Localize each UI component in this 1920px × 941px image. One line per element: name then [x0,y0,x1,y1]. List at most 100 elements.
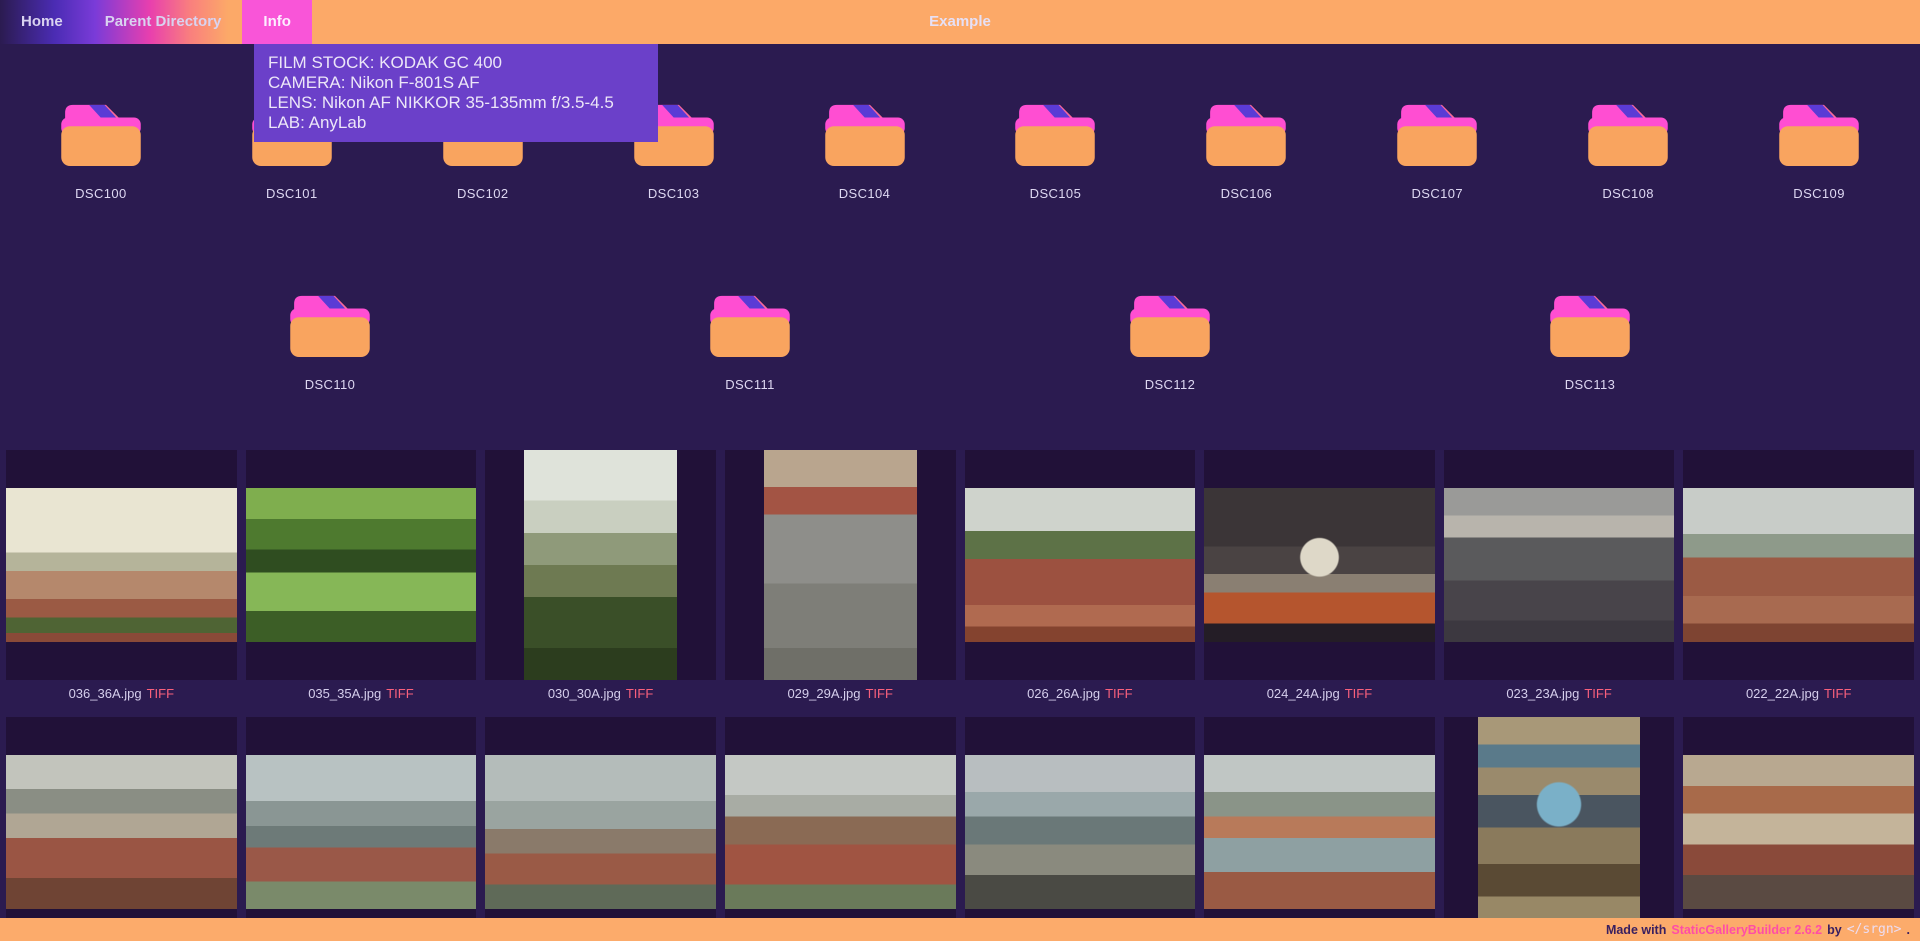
thumbnail-box [6,717,237,941]
folder-label: DSC106 [1221,186,1273,201]
footer-dot: . [1907,923,1910,937]
thumbnail-box [246,450,477,680]
folder-item-dsc109[interactable]: DSC109 [1729,102,1909,201]
nav-parent-directory[interactable]: Parent Directory [84,0,243,44]
folder-label: DSC104 [839,186,891,201]
folder-icon [825,102,905,166]
folder-item-dsc111[interactable]: DSC111 [660,293,840,392]
gallery-item[interactable] [1683,717,1914,941]
folder-label: DSC111 [725,377,775,392]
gallery-item[interactable] [485,717,716,941]
thumbnail-box [725,717,956,941]
info-popup: FILM STOCK: KODAK GC 400 CAMERA: Nikon F… [254,44,658,142]
folder-icon [1130,293,1210,357]
folder-label: DSC108 [1602,186,1654,201]
photo-thumbnail [6,488,237,642]
image-filename[interactable]: 030_30A.jpg [548,686,621,701]
photo-thumbnail [524,450,677,680]
folder-item-dsc113[interactable]: DSC113 [1500,293,1680,392]
nav-info-tab[interactable]: Info [242,0,312,44]
image-filename[interactable]: 026_26A.jpg [1027,686,1100,701]
folder-label: DSC107 [1411,186,1463,201]
gallery-item[interactable] [246,717,477,941]
nav-home[interactable]: Home [0,0,84,44]
image-format-tag[interactable]: TIFF [626,686,653,701]
folder-item-dsc108[interactable]: DSC108 [1538,102,1718,201]
gallery-item[interactable] [965,717,1196,941]
footer-app-link[interactable]: StaticGalleryBuilder 2.6.2 [1671,923,1822,937]
gallery-item[interactable]: 036_36A.jpg TIFF [6,450,237,708]
info-camera: CAMERA: Nikon F-801S AF [268,73,644,93]
folder-label: DSC112 [1145,377,1196,392]
image-filename[interactable]: 022_22A.jpg [1746,686,1819,701]
photo-thumbnail [965,755,1196,909]
folder-icon [1588,102,1668,166]
folder-item-dsc107[interactable]: DSC107 [1347,102,1527,201]
thumbnail-box [1683,717,1914,941]
folder-icon [61,102,141,166]
thumbnail-box [1683,450,1914,680]
image-caption: 035_35A.jpg TIFF [246,680,477,708]
gallery-item[interactable] [6,717,237,941]
photo-thumbnail [725,755,956,909]
image-filename[interactable]: 023_23A.jpg [1506,686,1579,701]
gallery-item[interactable]: 029_29A.jpg TIFF [725,450,956,708]
photo-thumbnail [1204,755,1435,909]
folder-icon [1779,102,1859,166]
folder-item-dsc112[interactable]: DSC112 [1080,293,1260,392]
image-caption: 030_30A.jpg TIFF [485,680,716,708]
photo-thumbnail [764,450,917,680]
folder-item-dsc100[interactable]: DSC100 [11,102,191,201]
photo-thumbnail [1683,755,1914,909]
thumbnail-box [246,717,477,941]
folder-item-dsc106[interactable]: DSC106 [1156,102,1336,201]
footer-made-with: Made with [1606,923,1666,937]
gallery-item[interactable]: 026_26A.jpg TIFF [965,450,1196,708]
image-format-tag[interactable]: TIFF [1105,686,1132,701]
gallery-item[interactable]: 022_22A.jpg TIFF [1683,450,1914,708]
photo-thumbnail [6,755,237,909]
gallery-item[interactable] [1444,717,1675,941]
folder-icon [1206,102,1286,166]
info-film-stock: FILM STOCK: KODAK GC 400 [268,53,644,73]
image-format-tag[interactable]: TIFF [1824,686,1851,701]
gallery-title: Example [929,0,991,44]
image-format-tag[interactable]: TIFF [865,686,892,701]
image-format-tag[interactable]: TIFF [1584,686,1611,701]
thumbnail-box [6,450,237,680]
folder-icon [1550,293,1630,357]
thumbnail-box [1204,717,1435,941]
folder-icon [710,293,790,357]
image-caption: 036_36A.jpg TIFF [6,680,237,708]
folder-label: DSC113 [1565,377,1616,392]
info-lab: LAB: AnyLab [268,113,644,133]
photo-thumbnail [246,488,477,642]
gallery-item[interactable]: 023_23A.jpg TIFF [1444,450,1675,708]
image-filename[interactable]: 024_24A.jpg [1267,686,1340,701]
gallery-item[interactable]: 035_35A.jpg TIFF [246,450,477,708]
image-filename[interactable]: 036_36A.jpg [69,686,142,701]
image-caption: 024_24A.jpg TIFF [1204,680,1435,708]
footer-author-logo[interactable]: </srgn> [1847,922,1902,937]
folder-icon [1015,102,1095,166]
image-filename[interactable]: 029_29A.jpg [787,686,860,701]
thumbnail-box [965,717,1196,941]
thumbnail-box [1444,450,1675,680]
folder-item-dsc105[interactable]: DSC105 [965,102,1145,201]
image-format-tag[interactable]: TIFF [1345,686,1372,701]
thumbnail-box [725,450,956,680]
top-nav: Home Parent Directory Info Example [0,0,1920,44]
photo-thumbnail [965,488,1196,642]
folder-item-dsc110[interactable]: DSC110 [240,293,420,392]
image-format-tag[interactable]: TIFF [386,686,413,701]
folder-label: DSC101 [266,186,318,201]
gallery-item[interactable] [725,717,956,941]
image-filename[interactable]: 035_35A.jpg [308,686,381,701]
image-caption: 026_26A.jpg TIFF [965,680,1196,708]
image-format-tag[interactable]: TIFF [147,686,174,701]
folder-icon [290,293,370,357]
gallery-item[interactable]: 024_24A.jpg TIFF [1204,450,1435,708]
folder-item-dsc104[interactable]: DSC104 [775,102,955,201]
gallery-item[interactable] [1204,717,1435,941]
gallery-item[interactable]: 030_30A.jpg TIFF [485,450,716,708]
